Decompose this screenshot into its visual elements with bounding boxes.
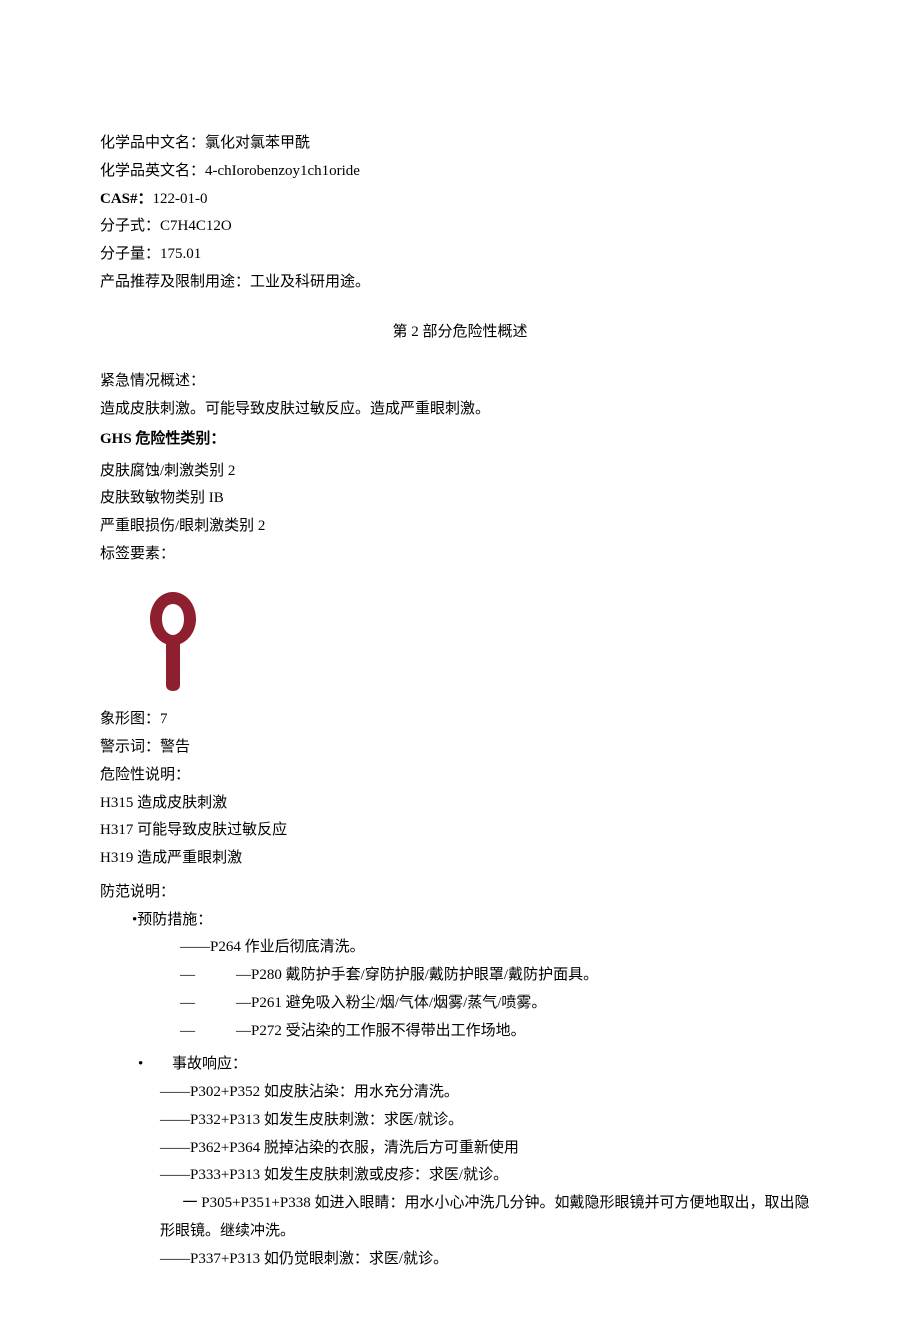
response-label: 事故响应： <box>172 1051 247 1079</box>
h317: H317 可能导致皮肤过敏反应 <box>100 817 820 845</box>
signal-label: 警示词： <box>100 739 160 755</box>
formula-value: C7H4C12O <box>160 218 232 234</box>
h319: H319 造成严重眼刺激 <box>100 845 820 873</box>
formula-label: 分子式： <box>100 218 160 234</box>
precaution-label: 防范说明： <box>100 879 820 907</box>
pictogram-label: 象形图： <box>100 711 160 727</box>
pictogram-icon <box>128 577 820 703</box>
cn-name-label: 化学品中文名： <box>100 135 205 151</box>
ghs-label: GHS 危险性类别： <box>100 426 820 454</box>
p261-text: —P261 避免吸入粉尘/烟/气体/烟雾/蒸气/喷雾。 <box>236 990 546 1018</box>
r5: 一 P305+P351+P338 如进入眼睛：用水小心冲洗几分钟。如戴隐形眼镜并… <box>100 1190 820 1246</box>
pictogram-value: 7 <box>160 711 168 727</box>
en-name-value: 4-chIorobenzoy1ch1oride <box>205 163 360 179</box>
emergency-label: 紧急情况概述： <box>100 368 820 396</box>
r3: ——P362+P364 脱掉沾染的衣服，清洗后方可重新使用 <box>100 1135 820 1163</box>
r1: ——P302+P352 如皮肤沾染：用水充分清洗。 <box>100 1079 820 1107</box>
signal-value: 警告 <box>160 739 190 755</box>
section2-title: 第 2 部分危险性概述 <box>100 319 820 347</box>
ghs-cat3: 严重眼损伤/眼刺激类别 2 <box>100 513 820 541</box>
p261-row: — —P261 避免吸入粉尘/烟/气体/烟雾/蒸气/喷雾。 <box>100 990 820 1018</box>
ghs-cat2: 皮肤致敏物类别 IB <box>100 485 820 513</box>
identity-block: 化学品中文名：氯化对氯苯甲酰 化学品英文名：4-chIorobenzoy1ch1… <box>100 130 820 297</box>
p280-dash: — <box>180 962 236 990</box>
emergency-text: 造成皮肤刺激。可能导致皮肤过敏反应。造成严重眼刺激。 <box>100 396 820 424</box>
p264: ——P264 作业后彻底清洗。 <box>100 934 820 962</box>
mw-value: 175.01 <box>160 246 201 262</box>
signal-row: 警示词：警告 <box>100 734 820 762</box>
r4: ——P333+P313 如发生皮肤刺激或皮疹：求医/就诊。 <box>100 1162 820 1190</box>
ghs-cat1: 皮肤腐蚀/刺激类别 2 <box>100 458 820 486</box>
formula-row: 分子式：C7H4C12O <box>100 213 820 241</box>
r2: ——P332+P313 如发生皮肤刺激：求医/就诊。 <box>100 1107 820 1135</box>
hazard-label: 危险性说明： <box>100 762 820 790</box>
p261-dash: — <box>180 990 236 1018</box>
prevention-label: •预防措施： <box>100 907 820 935</box>
p280-text: —P280 戴防护手套/穿防护服/戴防护眼罩/戴防护面具。 <box>236 962 598 990</box>
cas-value: 122-01-0 <box>153 191 208 207</box>
r6: ——P337+P313 如仍觉眼刺激：求医/就诊。 <box>100 1246 820 1274</box>
mw-row: 分子量：175.01 <box>100 241 820 269</box>
mw-label: 分子量： <box>100 246 160 262</box>
en-name-row: 化学品英文名：4-chIorobenzoy1ch1oride <box>100 158 820 186</box>
en-name-label: 化学品英文名： <box>100 163 205 179</box>
response-header: • 事故响应： <box>100 1051 820 1079</box>
p272-row: — —P272 受沾染的工作服不得带出工作场地。 <box>100 1018 820 1046</box>
label-elements: 标签要素： <box>100 541 820 569</box>
cas-row: CAS#：122-01-0 <box>100 186 820 214</box>
p272-text: —P272 受沾染的工作服不得带出工作场地。 <box>236 1018 526 1046</box>
h315: H315 造成皮肤刺激 <box>100 790 820 818</box>
p272-dash: — <box>180 1018 236 1046</box>
cas-label: CAS#： <box>100 191 153 207</box>
cn-name-value: 氯化对氯苯甲酰 <box>205 135 310 151</box>
cn-name-row: 化学品中文名：氯化对氯苯甲酰 <box>100 130 820 158</box>
use-value: 工业及科研用途。 <box>250 274 370 290</box>
pictogram-row: 象形图：7 <box>100 706 820 734</box>
use-row: 产品推荐及限制用途：工业及科研用途。 <box>100 269 820 297</box>
p280-row: — —P280 戴防护手套/穿防护服/戴防护眼罩/戴防护面具。 <box>100 962 820 990</box>
response-bullet: • <box>132 1051 172 1079</box>
use-label: 产品推荐及限制用途： <box>100 274 250 290</box>
